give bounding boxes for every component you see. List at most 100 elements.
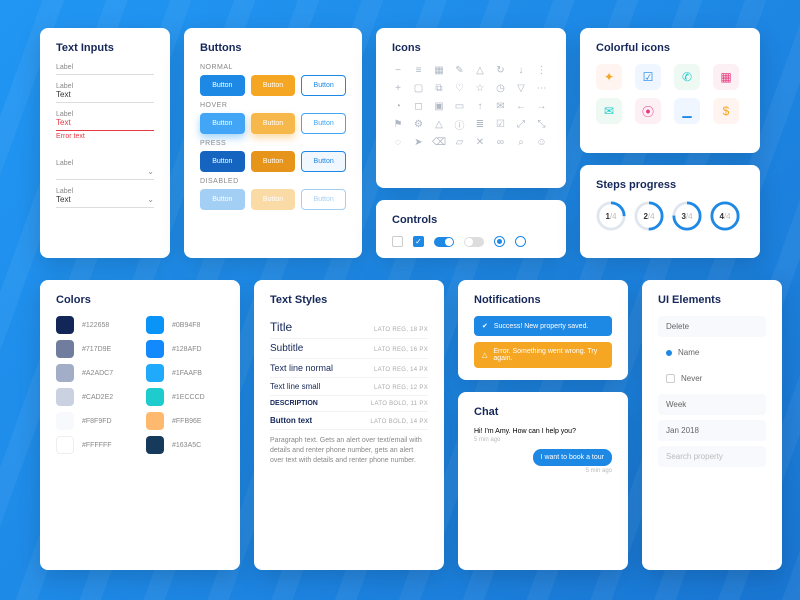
download-icon: ↓: [515, 64, 527, 76]
input-empty[interactable]: Label: [56, 64, 154, 75]
radio-on[interactable]: [494, 236, 505, 247]
input-filled[interactable]: Label Text: [56, 83, 154, 103]
chat-reply[interactable]: I want to book a tour: [533, 449, 612, 466]
ui-elements-card: UI Elements Delete Name Never Week Jan 2…: [642, 280, 782, 570]
chat-icon: ◌: [392, 136, 404, 148]
text-style-row: TitleLATO REG, 18 PX: [270, 316, 428, 339]
link-icon: ∞: [495, 136, 507, 148]
money-icon[interactable]: $: [713, 98, 739, 124]
buttons-card: Buttons NORMAL Button Button Button HOVE…: [184, 28, 362, 258]
text-style-row: Button textLATO BOLD, 14 PX: [270, 412, 428, 430]
radio-dot-icon: [666, 350, 672, 356]
back-icon: ←: [515, 100, 527, 112]
plus-icon: +: [392, 82, 404, 94]
dropdown-filled[interactable]: Label Text: [56, 188, 154, 208]
button-outline-hover[interactable]: Button: [301, 113, 346, 134]
refresh-icon: ↻: [495, 64, 507, 76]
steps-title: Steps progress: [596, 179, 744, 191]
button-primary-press[interactable]: Button: [200, 151, 245, 172]
controls-card: Controls ✓: [376, 200, 566, 258]
swatch: #F8F9FD: [56, 412, 134, 430]
checkbox-icon: [666, 374, 675, 383]
expand-icon: ⤢: [515, 118, 527, 130]
step-1: 1/4: [596, 201, 626, 231]
phone-icon[interactable]: ✆: [674, 64, 700, 90]
button-warn-normal[interactable]: Button: [251, 75, 296, 96]
heart-icon: ♡: [454, 82, 466, 94]
checkbox-off[interactable]: [392, 236, 403, 247]
location-icon[interactable]: ⦿: [635, 98, 661, 124]
search-icon: ⌕: [515, 136, 527, 148]
search-input[interactable]: Search property: [658, 446, 766, 467]
warning-icon: △: [474, 64, 486, 76]
close-icon: ✕: [474, 136, 486, 148]
mail-icon[interactable]: ✉: [596, 98, 622, 124]
swatch: #CAD2E2: [56, 388, 134, 406]
star-icon: ☆: [474, 82, 486, 94]
bell-icon: ◔: [392, 100, 404, 112]
edit-icon: ✎: [454, 64, 466, 76]
colors-title: Colors: [56, 294, 224, 306]
copy-icon: ⧉: [433, 82, 445, 94]
paragraph-text: Paragraph text. Gets an alert over text/…: [270, 436, 428, 465]
clock-icon: ◷: [495, 82, 507, 94]
button-primary-disabled: Button: [200, 189, 245, 210]
notification-error[interactable]: △ Error. Something went wrong. Try again…: [474, 342, 612, 368]
colorful-icons-title: Colorful icons: [596, 42, 744, 54]
icons-grid: −≡▦✎△↻↓⋮ +▢⧉♡☆◷▽⋯ ◔◻▣▭↑✉←→ ⚑⚙△ⓘ≣☑⤢⤡ ◌➤⌫▱…: [392, 64, 550, 148]
text-inputs-title: Text Inputs: [56, 42, 154, 54]
bars-icon: ≣: [474, 118, 486, 130]
warning-icon: △: [482, 351, 487, 359]
swatch: #1FAAFB: [146, 364, 224, 382]
text-style-row: Text line smallLATO REG, 12 PX: [270, 378, 428, 396]
radio-item[interactable]: Name: [658, 342, 766, 363]
text-style-row: SubtitleLATO REG, 16 PX: [270, 339, 428, 359]
swatch: #163A5C: [146, 436, 224, 454]
button-primary-hover[interactable]: Button: [200, 113, 245, 134]
swatch: #FFFFFF: [56, 436, 134, 454]
calendar-check-icon[interactable]: ☑: [635, 64, 661, 90]
button-outline-press[interactable]: Button: [301, 151, 346, 172]
radio-off[interactable]: [515, 236, 526, 247]
button-warn-press[interactable]: Button: [251, 151, 296, 172]
icons-title: Icons: [392, 42, 550, 54]
step-2: 2/4: [634, 201, 664, 231]
puzzle-icon[interactable]: ✦: [596, 64, 622, 90]
buttons-title: Buttons: [200, 42, 346, 54]
delete-item[interactable]: Delete: [658, 316, 766, 337]
check-icon: ☑: [495, 118, 507, 130]
folder-icon: ▱: [454, 136, 466, 148]
swatch: #FFB96E: [146, 412, 224, 430]
flag-icon: ⚑: [392, 118, 404, 130]
toggle-on[interactable]: [434, 237, 454, 247]
swatch: #1ECCCD: [146, 388, 224, 406]
upload-icon: ↑: [474, 100, 486, 112]
bookmark-icon: ▽: [515, 82, 527, 94]
controls-title: Controls: [392, 214, 550, 226]
swatch: #122658: [56, 316, 134, 334]
text-styles-card: Text Styles TitleLATO REG, 18 PXSubtitle…: [254, 280, 444, 570]
select-item[interactable]: Week: [658, 394, 766, 415]
colors-card: Colors #122658#0B94F8#717D9E#128AFD#A2AD…: [40, 280, 240, 570]
colorful-icons-card: Colorful icons ✦ ☑ ✆ ▦ ✉ ⦿ ▁ $: [580, 28, 760, 153]
more-icon: ⋯: [536, 82, 548, 94]
step-4: 4/4: [710, 201, 740, 231]
checkbox-on[interactable]: ✓: [413, 236, 424, 247]
date-item[interactable]: Jan 2018: [658, 420, 766, 441]
button-warn-hover[interactable]: Button: [251, 113, 296, 134]
dropdown-empty[interactable]: Label: [56, 160, 154, 180]
steps-card: Steps progress 1/42/43/44/4: [580, 165, 760, 258]
chart-icon[interactable]: ▁: [674, 98, 700, 124]
input-error[interactable]: Label Text Error text: [56, 111, 154, 140]
notifications-title: Notifications: [474, 294, 612, 306]
settings-icon: ⚙: [413, 118, 425, 130]
info-icon: ⓘ: [454, 118, 466, 130]
trash-icon: ⌫: [433, 136, 445, 148]
button-outline-normal[interactable]: Button: [301, 75, 346, 96]
toggle-off[interactable]: [464, 237, 484, 247]
calendar-icon[interactable]: ▦: [713, 64, 739, 90]
button-primary-normal[interactable]: Button: [200, 75, 245, 96]
swatch: #128AFD: [146, 340, 224, 358]
checkbox-item[interactable]: Never: [658, 368, 766, 389]
notification-success[interactable]: ✔ Success! New property saved.: [474, 316, 612, 336]
